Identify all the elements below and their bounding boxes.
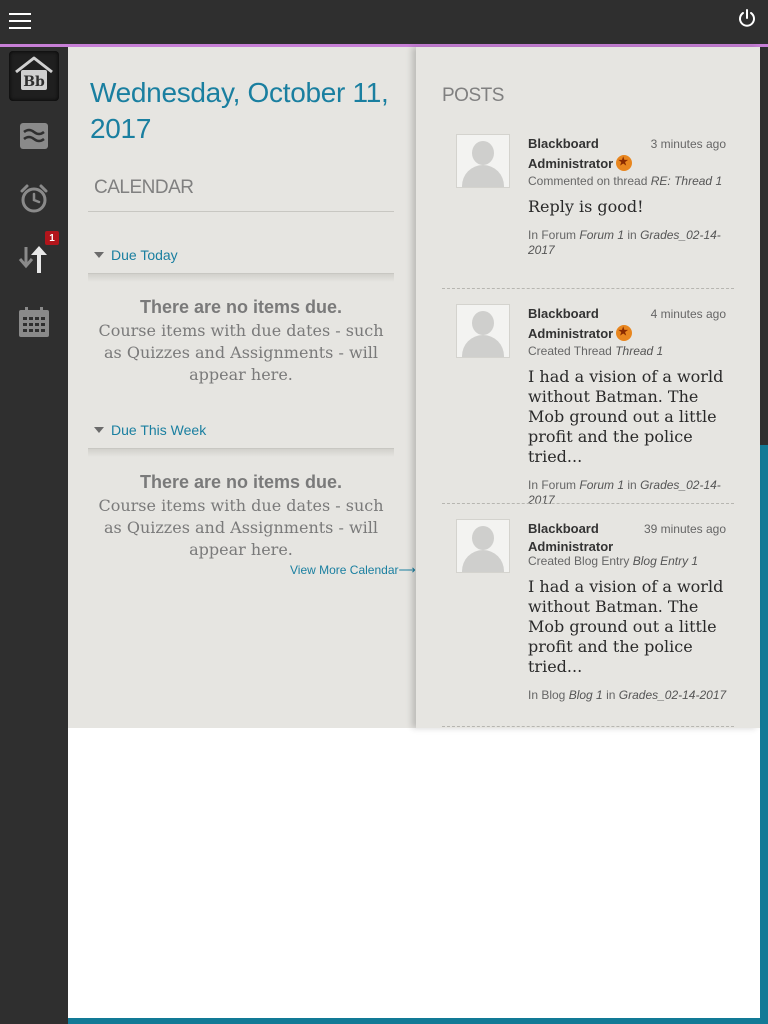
empty-title: There are no items due. bbox=[139, 472, 343, 492]
bottom-teal-strip bbox=[68, 1018, 768, 1024]
sidebar-item-due-dates[interactable] bbox=[9, 175, 59, 225]
post-action: Created Thread Thread 1 bbox=[528, 344, 664, 358]
medal-icon bbox=[616, 155, 633, 171]
post-action: Created Blog Entry Blog Entry 1 bbox=[528, 554, 699, 568]
timestamp: 3 minutes ago bbox=[650, 137, 726, 151]
post-location: In Forum Forum 1 in Grades_02-14-2017 bbox=[528, 228, 721, 257]
sidebar-item-calendar[interactable] bbox=[9, 299, 59, 349]
caret-down-icon bbox=[94, 427, 104, 433]
due-this-week-label: Due This Week bbox=[111, 422, 207, 438]
avatar bbox=[456, 519, 510, 573]
alarm-clock-icon bbox=[18, 182, 50, 219]
author-name-second: Administrator bbox=[528, 539, 614, 554]
timestamp: 39 minutes ago bbox=[643, 522, 726, 536]
empty-title: There are no items due. bbox=[139, 297, 343, 317]
posts-heading: POSTS bbox=[442, 85, 504, 106]
post-content: Reply is good! bbox=[528, 197, 644, 216]
top-bar bbox=[0, 0, 768, 44]
right-teal-strip bbox=[760, 445, 768, 1024]
empty-text: Course items with due dates - such as Qu… bbox=[98, 321, 384, 384]
notification-badge: 1 bbox=[45, 231, 59, 245]
view-more-calendar-link[interactable]: View More Calendar⟶ bbox=[290, 563, 416, 577]
sidebar-item-home[interactable]: Bb bbox=[9, 51, 59, 101]
post-content: I had a vision of a world without Batman… bbox=[528, 367, 724, 466]
posts-panel: POSTS Blackboard 3 minutes ago Administr… bbox=[416, 47, 760, 728]
empty-text: Course items with due dates - such as Qu… bbox=[98, 496, 384, 559]
grades-updown-icon bbox=[17, 243, 51, 282]
post-location: In Blog Blog 1 in Grades_02-14-2017 bbox=[528, 688, 727, 702]
sidebar: Bb 1 bbox=[0, 47, 68, 1024]
caret-down-icon bbox=[94, 252, 104, 258]
blackboard-home-icon: Bb bbox=[12, 54, 56, 99]
section-shadow bbox=[88, 449, 394, 457]
bb-logo-text: Bb bbox=[23, 74, 45, 90]
avatar bbox=[456, 134, 510, 188]
due-today-label: Due Today bbox=[111, 247, 178, 263]
sidebar-item-streams[interactable] bbox=[9, 113, 59, 163]
timestamp: 4 minutes ago bbox=[650, 307, 726, 321]
divider bbox=[88, 211, 394, 212]
post-action: Commented on thread RE: Thread 1 bbox=[528, 174, 723, 188]
content-blank-area bbox=[68, 728, 760, 1018]
medal-icon bbox=[616, 325, 633, 341]
due-today-toggle[interactable]: Due Today bbox=[94, 247, 178, 263]
post-content: I had a vision of a world without Batman… bbox=[528, 577, 724, 676]
hamburger-icon[interactable] bbox=[9, 11, 31, 31]
avatar bbox=[456, 304, 510, 358]
right-dark-edge bbox=[760, 47, 768, 445]
due-this-week-toggle[interactable]: Due This Week bbox=[94, 422, 206, 438]
sidebar-item-grades[interactable]: 1 bbox=[9, 231, 59, 287]
page-title: Wednesday, October 11, 2017 bbox=[90, 77, 389, 144]
post-separator bbox=[442, 726, 734, 727]
calendar-heading: CALENDAR bbox=[94, 177, 194, 198]
streams-icon bbox=[19, 122, 49, 155]
calendar-panel: Wednesday, October 11, 2017 CALENDAR Due… bbox=[68, 47, 416, 728]
author-name-second: Administrator bbox=[528, 154, 734, 174]
section-shadow bbox=[88, 274, 394, 282]
power-icon[interactable] bbox=[736, 7, 758, 29]
calendar-icon bbox=[18, 306, 50, 343]
author-name-second: Administrator bbox=[528, 324, 734, 344]
post-separator bbox=[442, 503, 734, 504]
post-separator bbox=[442, 288, 734, 289]
